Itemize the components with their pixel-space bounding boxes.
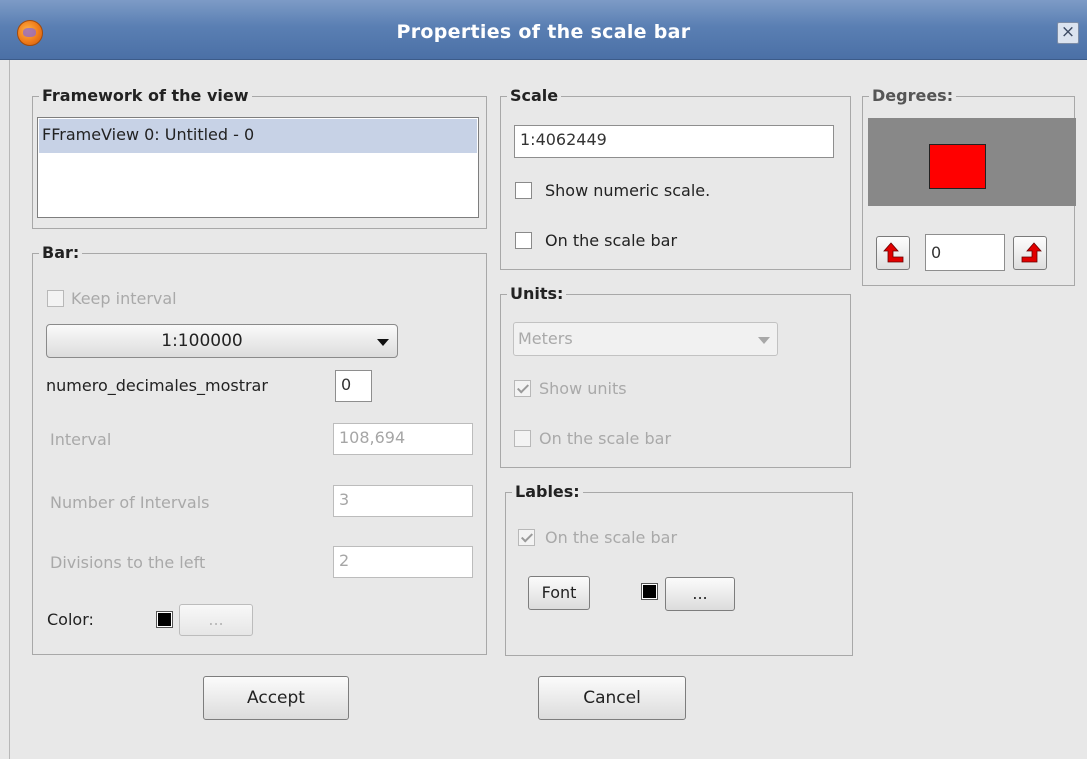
- list-item[interactable]: FFrameView 0: Untitled - 0: [39, 119, 477, 153]
- units-select-value: Meters: [518, 329, 573, 348]
- labels-color-button[interactable]: ...: [665, 577, 735, 611]
- labels-title: Lables:: [512, 482, 583, 502]
- rotate-right-arrow-icon: [1021, 242, 1042, 263]
- labels-on-bar-label: On the scale bar: [545, 528, 678, 547]
- show-units-label: Show units: [539, 379, 627, 398]
- num-intervals-input[interactable]: 3: [333, 485, 473, 517]
- divisions-left-input[interactable]: 2: [333, 546, 473, 578]
- divisions-left-label: Divisions to the left: [50, 553, 206, 572]
- rotate-left-button[interactable]: [876, 236, 910, 270]
- rotate-left-arrow-icon: [883, 242, 904, 263]
- close-button[interactable]: ×: [1057, 22, 1079, 44]
- bar-color-button[interactable]: ...: [179, 604, 253, 636]
- scale-on-bar-checkbox[interactable]: [515, 232, 532, 249]
- bar-color-swatch: [156, 611, 173, 628]
- window-title: Properties of the scale bar: [396, 21, 691, 43]
- show-numeric-scale-checkbox[interactable]: [515, 182, 532, 199]
- chevron-down-icon: [758, 337, 770, 344]
- scale-value-field: 1:4062449: [514, 125, 834, 158]
- decimals-input[interactable]: 0: [335, 370, 372, 402]
- show-numeric-scale-label: Show numeric scale.: [545, 181, 711, 200]
- scale-on-bar-label: On the scale bar: [545, 231, 678, 250]
- num-intervals-label: Number of Intervals: [50, 493, 210, 512]
- keep-interval-checkbox[interactable]: [47, 290, 64, 307]
- accept-button[interactable]: Accept: [203, 676, 349, 720]
- labels-group: Lables:: [505, 482, 853, 656]
- chevron-down-icon: [377, 339, 389, 346]
- units-select[interactable]: Meters: [513, 322, 778, 356]
- interval-label: Interval: [50, 430, 112, 449]
- scale-interval-value: 1:100000: [161, 331, 243, 351]
- frameview-list[interactable]: FFrameView 0: Untitled - 0: [37, 117, 479, 218]
- framework-title: Framework of the view: [39, 86, 252, 106]
- labels-color-swatch: [641, 583, 658, 600]
- decimals-label: numero_decimales_mostrar: [46, 376, 268, 395]
- scale-title: Scale: [507, 86, 562, 106]
- color-label: Color:: [47, 610, 94, 629]
- show-units-checkbox[interactable]: [514, 380, 531, 397]
- rotation-preview-square: [929, 144, 986, 189]
- window-left-edge: [0, 60, 10, 759]
- keep-interval-label: Keep interval: [71, 289, 177, 308]
- degrees-input[interactable]: 0: [925, 234, 1005, 271]
- degrees-title: Degrees:: [869, 86, 957, 106]
- interval-input[interactable]: 108,694: [333, 423, 473, 455]
- units-on-bar-label: On the scale bar: [539, 429, 672, 448]
- font-button[interactable]: Font: [528, 576, 590, 610]
- scale-interval-select[interactable]: 1:100000: [46, 324, 398, 358]
- bar-title: Bar:: [39, 243, 83, 263]
- units-title: Units:: [507, 284, 567, 304]
- labels-on-bar-checkbox[interactable]: [518, 529, 535, 546]
- units-on-bar-checkbox[interactable]: [514, 430, 531, 447]
- cancel-button[interactable]: Cancel: [538, 676, 686, 720]
- title-bar[interactable]: Properties of the scale bar ×: [0, 0, 1087, 60]
- rotate-right-button[interactable]: [1013, 236, 1047, 270]
